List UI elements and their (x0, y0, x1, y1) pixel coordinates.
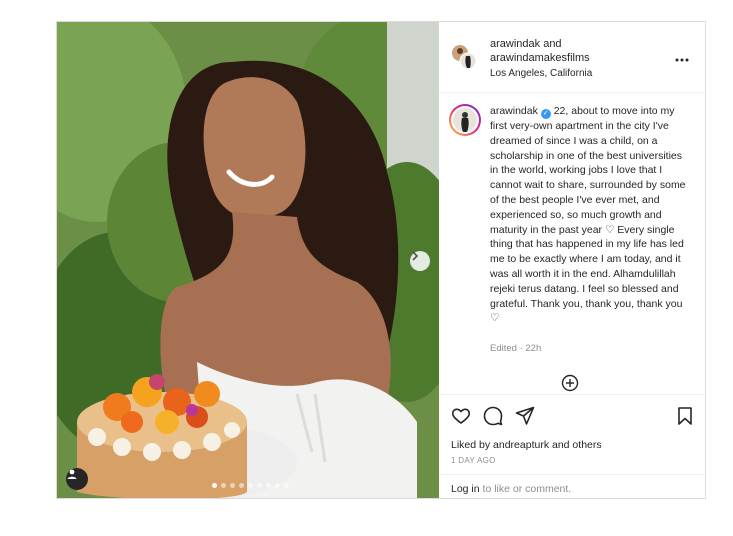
likes-prefix: Liked by (451, 439, 494, 451)
caption-avatar[interactable] (449, 104, 481, 136)
carousel-dot (248, 483, 253, 488)
chevron-right-icon (412, 251, 419, 261)
collab-usernames[interactable]: arawindak and arawindamakesfilms (490, 37, 590, 65)
load-more-comments-button[interactable] (561, 374, 579, 392)
carousel-dot (230, 483, 235, 488)
location-link[interactable]: Los Angeles, California (490, 68, 592, 79)
avatar (452, 45, 477, 70)
tagged-users-button[interactable] (66, 468, 88, 490)
username-primary[interactable]: arawindak and (490, 37, 590, 51)
carousel-next-button[interactable] (410, 251, 430, 271)
share-button[interactable] (515, 406, 535, 426)
carousel-dot (275, 483, 280, 488)
carousel-dot (221, 483, 226, 488)
user-icon (67, 469, 77, 479)
save-button[interactable] (675, 406, 695, 426)
heart-icon (451, 408, 471, 424)
more-horizontal-icon (675, 58, 689, 62)
post-sidebar: arawindak and arawindamakesfilms Los Ang… (439, 22, 705, 498)
login-text: to like or comment. (479, 483, 572, 495)
comment-button[interactable] (483, 406, 503, 426)
username-collab[interactable]: arawindamakesfilms (490, 51, 590, 65)
collab-avatars[interactable] (451, 44, 477, 70)
action-bar (439, 394, 705, 435)
caption-body: 22, about to move into my first very-own… (490, 105, 686, 325)
send-icon (515, 406, 535, 425)
login-bar: Log in to like or comment. (439, 474, 705, 499)
post-header: arawindak and arawindamakesfilms Los Ang… (439, 22, 705, 93)
bookmark-icon (678, 407, 692, 425)
login-link[interactable]: Log in (451, 483, 480, 495)
carousel-dot (212, 483, 217, 488)
avatar (453, 108, 477, 132)
post-date: 1 DAY AGO (451, 456, 496, 465)
caption-username[interactable]: arawindak (490, 105, 538, 117)
edited-timestamp: Edited · 22h (490, 343, 542, 354)
photo-illustration (57, 22, 439, 498)
verified-badge-icon: ✓ (540, 109, 551, 119)
caption-text: arawindak ✓ 22, about to move into my fi… (490, 104, 686, 326)
post-card: arawindak and arawindamakesfilms Los Ang… (56, 21, 706, 499)
post-photo[interactable] (57, 22, 439, 498)
likes-summary: Liked by andreapturk and others (451, 439, 602, 451)
likes-suffix[interactable]: and others (549, 439, 602, 451)
comment-icon (483, 406, 503, 426)
plus-circle-icon (561, 374, 579, 392)
carousel-dot (266, 483, 271, 488)
carousel-dot (284, 483, 289, 488)
more-options-button[interactable] (675, 49, 689, 65)
like-button[interactable] (451, 406, 471, 426)
carousel-indicator (212, 483, 289, 488)
login-prompt: Log in to like or comment. (451, 483, 571, 495)
carousel-dot (239, 483, 244, 488)
caption-area: arawindak ✓ 22, about to move into my fi… (439, 92, 705, 394)
likes-user-link[interactable]: andreapturk (493, 439, 549, 451)
avatar-figure (461, 112, 469, 132)
carousel-dot (257, 483, 262, 488)
